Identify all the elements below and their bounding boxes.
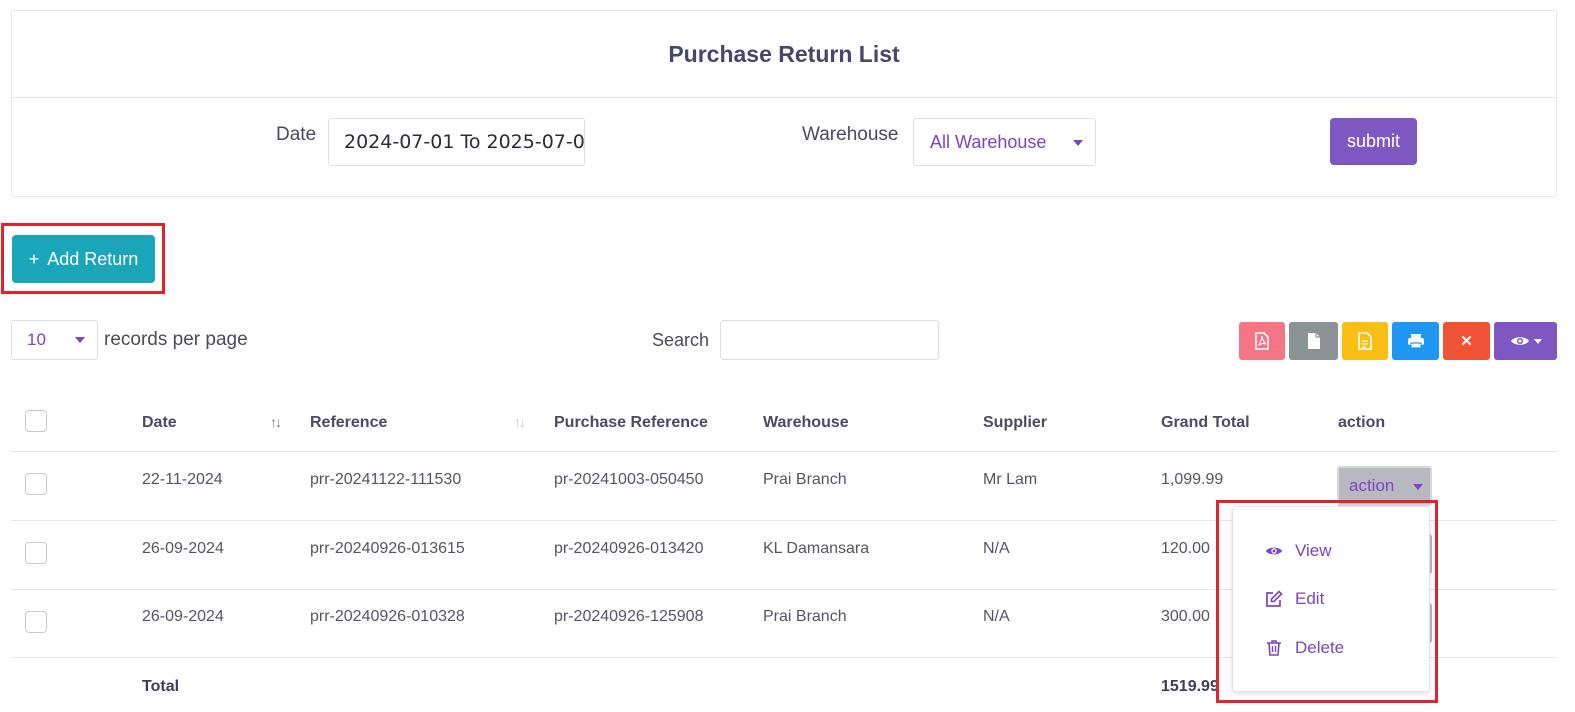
dropdown-item-edit[interactable]: Edit: [1265, 589, 1324, 609]
row-action-button[interactable]: action: [1337, 466, 1432, 506]
cell-reference: prr-20241122-111530: [310, 471, 462, 488]
warehouse-label: Warehouse: [802, 124, 899, 145]
cell-purchase-reference: pr-20240926-125908: [554, 608, 704, 625]
clear-button[interactable]: ✕: [1443, 322, 1490, 360]
column-header-grand-total[interactable]: Grand Total: [1161, 414, 1250, 432]
dropdown-item-label: Delete: [1295, 638, 1345, 657]
cell-supplier: N/A: [983, 540, 1010, 557]
chevron-down-icon: [1533, 338, 1542, 344]
cell-grand-total: 1,099.99: [1161, 471, 1224, 488]
search-input[interactable]: [720, 320, 939, 360]
sort-icon[interactable]: ↑↓: [270, 414, 282, 430]
edit-icon: [1266, 590, 1283, 607]
export-excel-button[interactable]: [1342, 322, 1388, 360]
records-per-page-select[interactable]: 10: [11, 320, 98, 360]
row-checkbox[interactable]: [25, 473, 47, 495]
column-header-date[interactable]: Date: [142, 414, 177, 432]
column-header-reference[interactable]: Reference: [310, 414, 387, 432]
export-pdf-button[interactable]: [1239, 322, 1285, 360]
chevron-down-icon: [1413, 484, 1423, 490]
records-per-page-label: records per page: [104, 329, 248, 350]
search-label: Search: [652, 330, 710, 350]
cell-warehouse: KL Damansara: [763, 540, 870, 557]
warehouse-select[interactable]: All Warehouse: [913, 118, 1096, 166]
column-header-warehouse[interactable]: Warehouse: [763, 414, 849, 432]
sort-icon[interactable]: ↑↓: [514, 414, 526, 430]
eye-icon: [1510, 337, 1529, 345]
cell-date: 22-11-2024: [142, 471, 223, 488]
cell-purchase-reference: pr-20240926-013420: [554, 540, 704, 557]
dropdown-item-delete[interactable]: Delete: [1265, 638, 1344, 658]
records-per-page-value: 10: [27, 330, 46, 349]
chevron-down-icon: [1073, 140, 1083, 146]
row-checkbox[interactable]: [25, 611, 47, 633]
print-button[interactable]: [1392, 322, 1439, 360]
chevron-down-icon: [75, 337, 85, 343]
plus-icon: +: [28, 248, 40, 269]
printer-icon: [1407, 334, 1424, 349]
column-header-purchase-reference[interactable]: Purchase Reference: [554, 414, 708, 432]
divider: [11, 451, 1557, 452]
dropdown-item-label: Edit: [1295, 589, 1325, 608]
trash-icon: [1267, 640, 1281, 656]
action-dropdown-menu: View Edit Delete: [1232, 506, 1430, 692]
warehouse-select-value: All Warehouse: [930, 131, 1047, 152]
cell-grand-total: 120.00: [1161, 540, 1210, 557]
select-all-checkbox[interactable]: [25, 410, 47, 432]
column-header-action: action: [1338, 414, 1386, 431]
dropdown-item-view[interactable]: View: [1265, 541, 1332, 561]
cell-reference: prr-20240926-013615: [310, 540, 465, 557]
file-icon: [1307, 333, 1320, 349]
eye-icon: [1265, 547, 1283, 555]
filter-card: Purchase Return List Date 2024-07-01 To …: [11, 10, 1557, 197]
cell-warehouse: Prai Branch: [763, 471, 847, 488]
row-checkbox[interactable]: [25, 542, 47, 564]
export-csv-button[interactable]: [1289, 322, 1338, 360]
add-return-button[interactable]: + Add Return: [12, 235, 155, 283]
cell-reference: prr-20240926-010328: [310, 608, 465, 625]
column-visibility-button[interactable]: [1494, 322, 1557, 360]
date-range-input[interactable]: 2024-07-01 To 2025-07-0: [328, 118, 585, 166]
dropdown-item-label: View: [1295, 541, 1332, 560]
column-header-supplier[interactable]: Supplier: [983, 414, 1047, 432]
page-title: Purchase Return List: [12, 11, 1556, 98]
cell-grand-total: 300.00: [1161, 608, 1210, 625]
document-icon: [1358, 332, 1372, 350]
submit-button[interactable]: submit: [1330, 118, 1417, 165]
add-return-label: Add Return: [47, 248, 139, 269]
footer-grand-total: 1519.99: [1161, 678, 1219, 695]
cell-supplier: Mr Lam: [983, 471, 1038, 488]
footer-total-label: Total: [142, 678, 180, 695]
date-label: Date: [276, 124, 317, 145]
cell-warehouse: Prai Branch: [763, 608, 847, 625]
cell-date: 26-09-2024: [142, 608, 224, 625]
close-icon: ✕: [1460, 333, 1473, 350]
action-button-label: action: [1349, 476, 1395, 495]
cell-date: 26-09-2024: [142, 540, 224, 557]
pdf-icon: [1255, 332, 1269, 350]
cell-supplier: N/A: [983, 608, 1010, 625]
cell-purchase-reference: pr-20241003-050450: [554, 471, 704, 488]
